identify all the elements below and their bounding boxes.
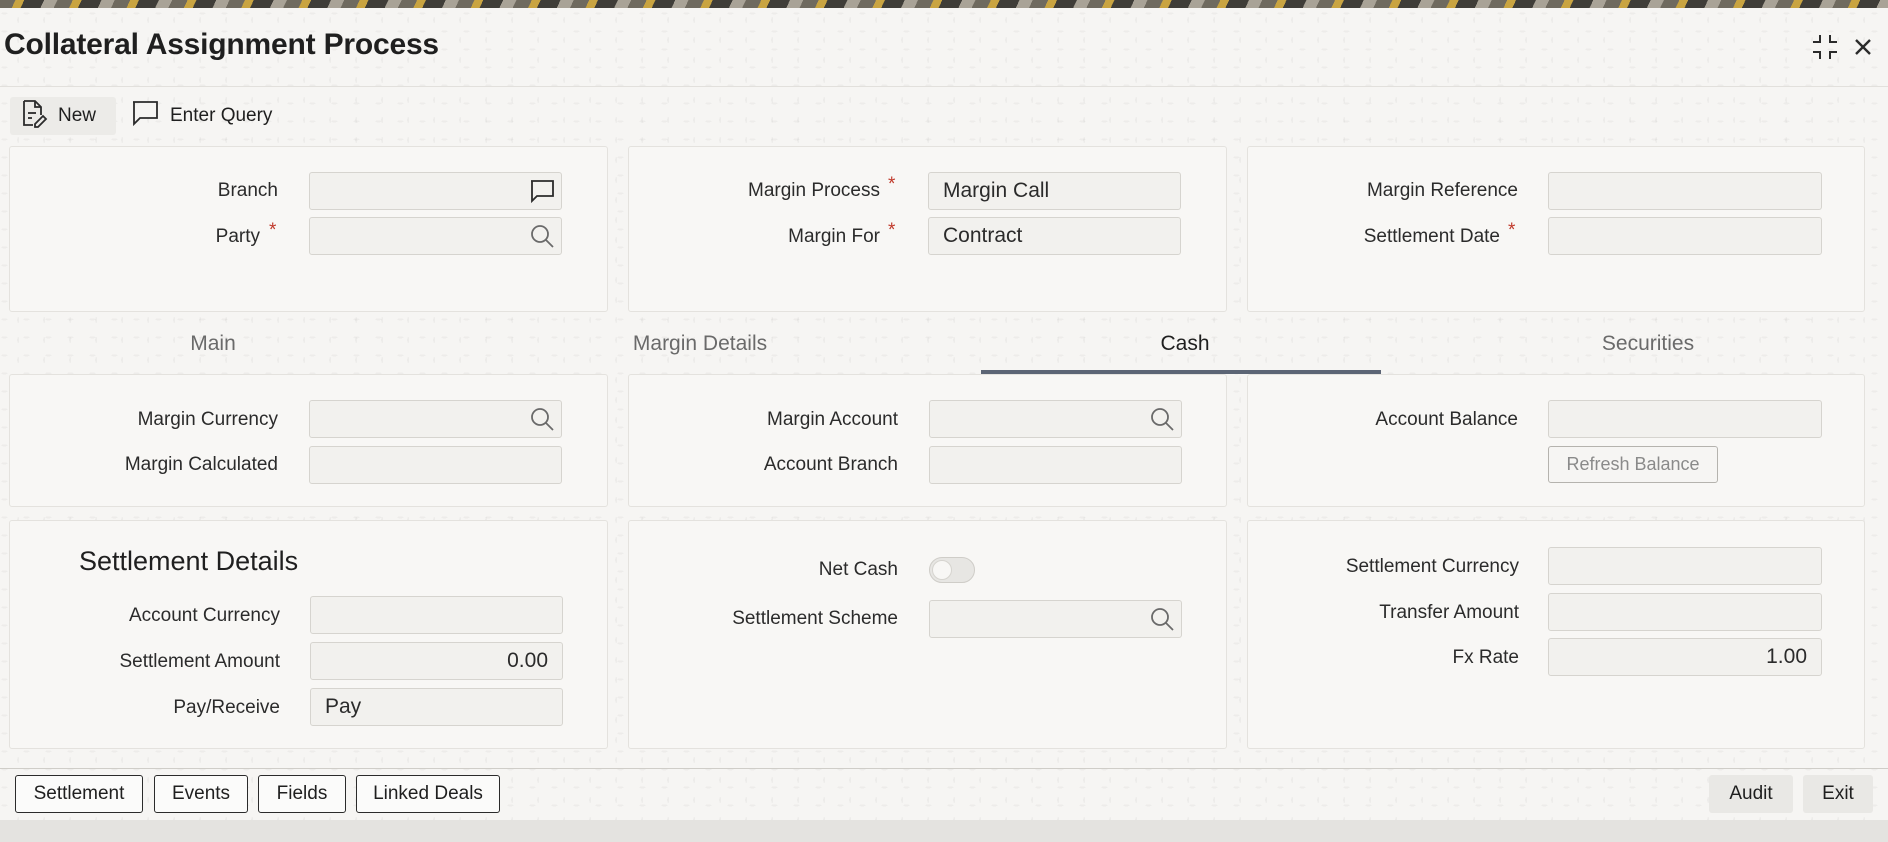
party-required-mark: * bbox=[269, 220, 277, 241]
settlement-amount-field[interactable]: 0.00 bbox=[310, 642, 563, 680]
transfer-amount-label: Transfer Amount bbox=[1379, 602, 1519, 623]
margin-for-label: Margin For bbox=[788, 226, 880, 247]
tab-margin-details[interactable]: Margin Details bbox=[600, 332, 800, 356]
settlement-currency-field[interactable] bbox=[1548, 547, 1822, 585]
search-icon[interactable] bbox=[528, 405, 556, 433]
top-banner bbox=[0, 0, 1888, 8]
search-icon[interactable] bbox=[528, 222, 556, 250]
settlement-date-required-mark: * bbox=[1508, 220, 1516, 241]
party-field[interactable] bbox=[309, 217, 562, 255]
branch-label: Branch bbox=[217, 180, 278, 201]
settlement-date-field[interactable] bbox=[1548, 217, 1822, 255]
fx-rate-field[interactable]: 1.00 bbox=[1548, 638, 1822, 676]
margin-reference-label: Margin Reference bbox=[1366, 180, 1518, 201]
margin-process-required-mark: * bbox=[888, 174, 896, 195]
refresh-balance-button[interactable]: Refresh Balance bbox=[1548, 446, 1718, 483]
exit-button[interactable]: Exit bbox=[1803, 775, 1873, 813]
search-icon[interactable] bbox=[1148, 605, 1176, 633]
fields-button[interactable]: Fields bbox=[258, 775, 346, 813]
margin-calculated-field[interactable] bbox=[309, 446, 562, 484]
speech-bubble-icon bbox=[130, 98, 160, 134]
settlement-scheme-field[interactable] bbox=[929, 600, 1182, 638]
collapse-icon[interactable] bbox=[1808, 30, 1842, 64]
cash-panel-middle bbox=[628, 374, 1227, 507]
tab-main[interactable]: Main bbox=[113, 332, 313, 356]
settlement-currency-label: Settlement Currency bbox=[1345, 556, 1519, 577]
new-button-label: New bbox=[58, 105, 97, 126]
speech-bubble-icon[interactable] bbox=[528, 177, 556, 205]
margin-process-field[interactable]: Margin Call bbox=[928, 172, 1181, 210]
footer-divider bbox=[0, 768, 1888, 769]
close-icon[interactable] bbox=[1846, 30, 1880, 64]
branch-field[interactable] bbox=[309, 172, 562, 210]
enter-query-button[interactable]: Enter Query bbox=[122, 97, 280, 135]
margin-account-label: Margin Account bbox=[767, 409, 898, 430]
new-document-icon bbox=[18, 98, 48, 134]
account-balance-field[interactable] bbox=[1548, 400, 1822, 438]
margin-reference-field[interactable] bbox=[1548, 172, 1822, 210]
transfer-amount-field[interactable] bbox=[1548, 593, 1822, 631]
account-currency-label: Account Currency bbox=[128, 605, 280, 626]
settlement-scheme-label: Settlement Scheme bbox=[732, 608, 898, 629]
search-icon[interactable] bbox=[1148, 405, 1176, 433]
pay-receive-field[interactable]: Pay bbox=[310, 688, 563, 726]
settlement-details-heading: Settlement Details bbox=[79, 546, 299, 576]
account-branch-field[interactable] bbox=[929, 446, 1182, 484]
enter-query-label: Enter Query bbox=[170, 105, 273, 126]
margin-process-label: Margin Process bbox=[748, 180, 880, 201]
page-title: Collateral Assignment Process bbox=[4, 28, 439, 61]
bottom-strip bbox=[0, 820, 1888, 842]
account-branch-label: Account Branch bbox=[763, 454, 898, 475]
margin-calculated-label: Margin Calculated bbox=[124, 454, 278, 475]
settlement-amount-label: Settlement Amount bbox=[119, 651, 280, 672]
margin-currency-label: Margin Currency bbox=[137, 409, 278, 430]
cash-panel-left bbox=[9, 374, 608, 507]
new-button[interactable]: New bbox=[10, 97, 116, 135]
net-cash-label: Net Cash bbox=[818, 559, 898, 580]
audit-button[interactable]: Audit bbox=[1709, 775, 1793, 813]
margin-currency-field[interactable] bbox=[309, 400, 562, 438]
account-currency-field[interactable] bbox=[310, 596, 563, 634]
fx-rate-label: Fx Rate bbox=[1452, 647, 1519, 668]
settlement-button[interactable]: Settlement bbox=[15, 775, 143, 813]
toggle-knob bbox=[932, 560, 952, 580]
settlement-date-label: Settlement Date bbox=[1363, 226, 1500, 247]
events-button[interactable]: Events bbox=[154, 775, 248, 813]
tab-securities[interactable]: Securities bbox=[1548, 332, 1748, 356]
margin-for-field[interactable]: Contract bbox=[928, 217, 1181, 255]
margin-for-required-mark: * bbox=[888, 220, 896, 241]
pay-receive-label: Pay/Receive bbox=[173, 697, 280, 718]
net-cash-toggle[interactable] bbox=[929, 557, 975, 583]
tab-cash[interactable]: Cash bbox=[1085, 332, 1285, 356]
margin-account-field[interactable] bbox=[929, 400, 1182, 438]
linked-deals-button[interactable]: Linked Deals bbox=[356, 775, 500, 813]
party-label: Party bbox=[215, 226, 260, 247]
title-divider bbox=[0, 86, 1888, 87]
account-balance-label: Account Balance bbox=[1375, 409, 1518, 430]
cash-panel-right bbox=[1247, 374, 1865, 507]
